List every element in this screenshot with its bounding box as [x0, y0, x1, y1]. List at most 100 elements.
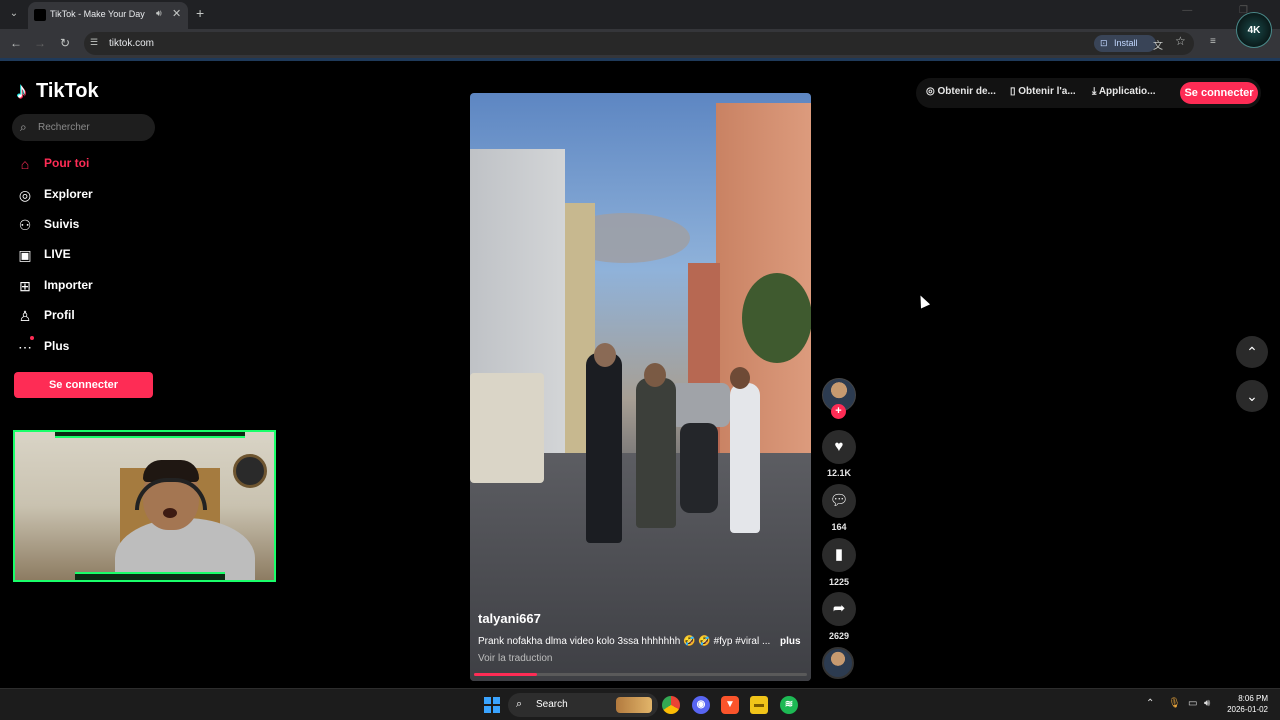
sidebar-item-following[interactable]: ⚇ Suivis — [16, 214, 166, 236]
sidebar-item-profile[interactable]: ♙ Profil — [16, 305, 166, 327]
like-count: 12.1K — [826, 468, 852, 478]
like-button[interactable]: ♥ — [822, 430, 856, 464]
sidebar-item-label: LIVE — [44, 247, 71, 261]
close-tab-icon[interactable]: ✕ — [172, 7, 181, 20]
sidebar-item-explore[interactable]: ◎ Explorer — [16, 184, 166, 206]
video-truck — [470, 373, 544, 483]
taskbar-date[interactable]: 2026-01-02 — [1222, 705, 1268, 714]
streamer-mouth — [163, 508, 177, 518]
get-app-label: Obtenir l'a... — [1018, 86, 1076, 97]
video-person-2-head — [644, 363, 666, 387]
next-video-button[interactable]: ⌄ — [1236, 380, 1268, 412]
search-input[interactable]: ⌕ Rechercher — [12, 114, 155, 141]
sidebar-item-more[interactable]: ⋯ Plus — [16, 336, 166, 358]
forward-arrow-icon[interactable]: → — [32, 35, 48, 51]
sidebar-item-upload[interactable]: ⊞ Importer — [16, 275, 166, 297]
sidebar-item-label: Pour toi — [44, 156, 90, 170]
discord-icon[interactable]: ◉ — [692, 696, 710, 714]
live-tv-icon: ▣ — [18, 247, 32, 263]
spotify-icon[interactable]: ≋ — [780, 696, 798, 714]
taskbar-search-label: Search — [536, 699, 568, 710]
video-player[interactable]: talyani667 Prank nofakha dlma video kolo… — [470, 93, 811, 681]
microphone-icon[interactable]: 🎙︎ — [1168, 698, 1181, 709]
save-button[interactable]: ▮ — [822, 538, 856, 572]
comment-button[interactable]: 💬︎ — [822, 484, 856, 518]
video-car — [670, 383, 730, 427]
search-highlight-art — [616, 697, 652, 713]
sidebar-item-label: Suivis — [44, 217, 80, 231]
video-person-2 — [636, 378, 676, 528]
heart-icon: ♥ — [834, 438, 844, 455]
network-icon[interactable]: ▭ — [1188, 698, 1197, 709]
sidebar-item-label: Plus — [44, 339, 70, 353]
follow-button[interactable]: + — [831, 404, 846, 419]
chevron-down-icon: ⌄ — [1246, 388, 1258, 404]
login-button-top[interactable]: Se connecter — [1180, 82, 1258, 104]
following-icon: ⚇ — [18, 217, 32, 233]
translate-icon[interactable]: 文 — [1153, 37, 1163, 52]
bookmark-icon: ▮ — [834, 546, 844, 563]
video-person-1 — [586, 353, 622, 543]
channel-logo: 4K — [1236, 12, 1272, 48]
sidebar-item-label: Explorer — [44, 187, 93, 201]
get-coins-label: Obtenir de... — [937, 86, 996, 97]
sidebar-item-label: Importer — [44, 278, 93, 292]
search-icon: ⌕ — [20, 120, 27, 134]
bookmark-star-icon[interactable]: ☆ — [1175, 34, 1186, 48]
comment-count: 164 — [831, 522, 847, 532]
tab-title: TikTok - Make Your Day — [50, 9, 145, 19]
sidebar-item-live[interactable]: ▣ LIVE — [16, 244, 166, 266]
sidebar-item-label: Profil — [44, 308, 75, 322]
comment-icon: 💬︎ — [829, 492, 849, 509]
file-explorer-icon[interactable]: ▬ — [750, 696, 768, 714]
notification-dot — [30, 336, 34, 340]
taskbar-search[interactable]: ⌕ Search — [508, 693, 658, 717]
wall-clock — [233, 454, 267, 488]
reload-icon[interactable]: ↻ — [57, 35, 73, 51]
brave-icon[interactable]: ▼ — [721, 696, 739, 714]
translate-link[interactable]: Voir la traduction — [478, 653, 553, 664]
music-disc-avatar[interactable] — [822, 647, 854, 679]
share-count: 2629 — [828, 631, 850, 641]
video-progress-fill — [474, 673, 538, 676]
install-icon: ⊡ — [1100, 38, 1108, 48]
video-caption: Prank nofakha dlma video kolo 3ssa hhhhh… — [478, 636, 771, 647]
tray-overflow-icon[interactable]: ⌃ — [1146, 698, 1154, 709]
media-controls-icon[interactable]: ≡ — [1210, 36, 1216, 47]
site-info-icon[interactable]: ☰ — [90, 37, 98, 48]
browser-tab[interactable]: TikTok - Make Your Day 🔊︎ ✕ — [28, 2, 188, 29]
volume-icon[interactable]: 🔊︎ — [1204, 698, 1210, 709]
video-person-3 — [730, 383, 760, 533]
get-coins-link[interactable]: ◎ Obtenir de... — [926, 86, 996, 97]
search-placeholder: Rechercher — [38, 122, 90, 133]
webcam-overlay — [13, 430, 276, 582]
caption-more-link[interactable]: plus — [780, 636, 801, 647]
new-tab-button[interactable]: + — [196, 5, 204, 21]
windows-start-icon[interactable] — [484, 697, 500, 713]
share-button[interactable]: ➦ — [822, 592, 856, 626]
back-arrow-icon[interactable]: ← — [8, 35, 24, 51]
download-icon: ⤓ — [1092, 86, 1099, 97]
sidebar-item-for-you[interactable]: ⌂ Pour toi — [16, 153, 166, 175]
desktop-app-link[interactable]: ⤓ Applicatio... — [1092, 86, 1156, 97]
video-person-1-head — [594, 343, 616, 367]
taskbar-time[interactable]: 8:06 PM — [1236, 694, 1268, 703]
install-label: Install — [1114, 38, 1138, 48]
previous-video-button[interactable]: ⌃ — [1236, 336, 1268, 368]
url-text[interactable]: tiktok.com — [109, 38, 154, 49]
webcam-frame-top — [55, 432, 245, 438]
login-button[interactable]: Se connecter — [14, 372, 153, 398]
tab-search-button[interactable]: ⌄ — [6, 6, 22, 22]
chrome-icon[interactable] — [662, 696, 680, 714]
video-author[interactable]: talyani667 — [478, 611, 541, 626]
get-app-link[interactable]: ▯ Obtenir l'a... — [1010, 86, 1076, 97]
install-app-button[interactable]: ⊡ Install — [1094, 35, 1156, 52]
windows-taskbar: ⌕ Search ◉ ▼ ▬ ≋ ⌃ 🎙︎ ▭ 🔊︎ 8:06 PM 2026-… — [0, 688, 1280, 720]
mouse-cursor-icon — [915, 293, 931, 309]
browser-toolbar: ← → ↻ ☰ tiktok.com ⊡ Install 文 ☆ ≡ — [0, 29, 1280, 58]
top-right-actions: ◎ Obtenir de... ▯ Obtenir l'a... ⤓ Appli… — [916, 78, 1261, 108]
video-progress-bar[interactable] — [474, 673, 807, 676]
speaker-icon[interactable]: 🔊︎ — [156, 8, 162, 19]
tiktok-note-icon: ♪ — [16, 78, 27, 103]
address-bar[interactable]: ☰ tiktok.com ⊡ Install — [84, 32, 1194, 55]
